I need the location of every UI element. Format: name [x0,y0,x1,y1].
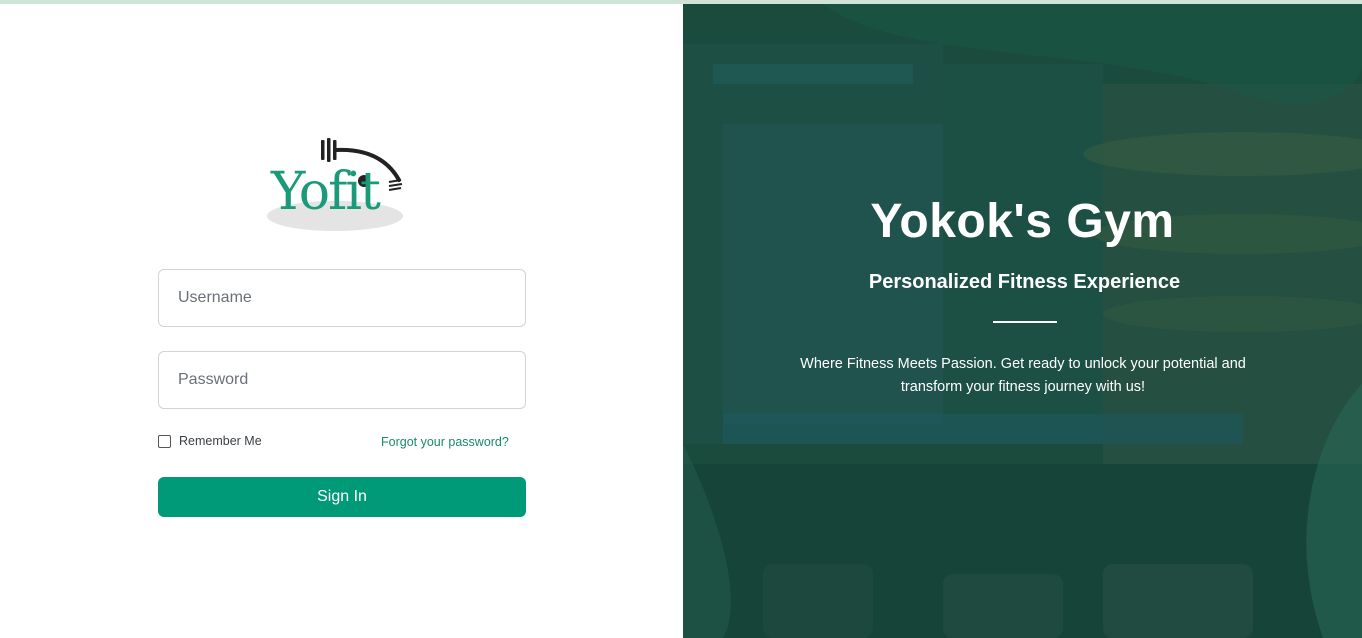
password-input[interactable] [159,352,525,408]
hero-content: Yokok's Gym Personalized Fitness Experie… [683,4,1362,638]
hero-subtitle: Personalized Fitness Experience [868,271,1181,293]
remember-me[interactable]: Remember Me [158,434,262,448]
hero-divider [993,321,1057,323]
hero-description: Where Fitness Meets Passion. Get ready t… [800,356,1246,395]
remember-me-checkbox[interactable] [158,434,171,448]
yofit-logo: Yofit [263,134,407,234]
sign-in-button[interactable]: Sign In [158,477,526,517]
hero-title: Yokok's Gym [870,195,1175,248]
remember-me-label: Remember Me [179,434,262,448]
hero-panel: Yokok's Gym Personalized Fitness Experie… [683,4,1362,638]
username-input[interactable] [159,270,525,326]
forgot-password-link[interactable]: Forgot your password? [381,435,509,449]
username-field[interactable] [158,269,526,327]
logo-wordmark: Yofit [271,162,381,222]
password-field[interactable] [158,351,526,409]
